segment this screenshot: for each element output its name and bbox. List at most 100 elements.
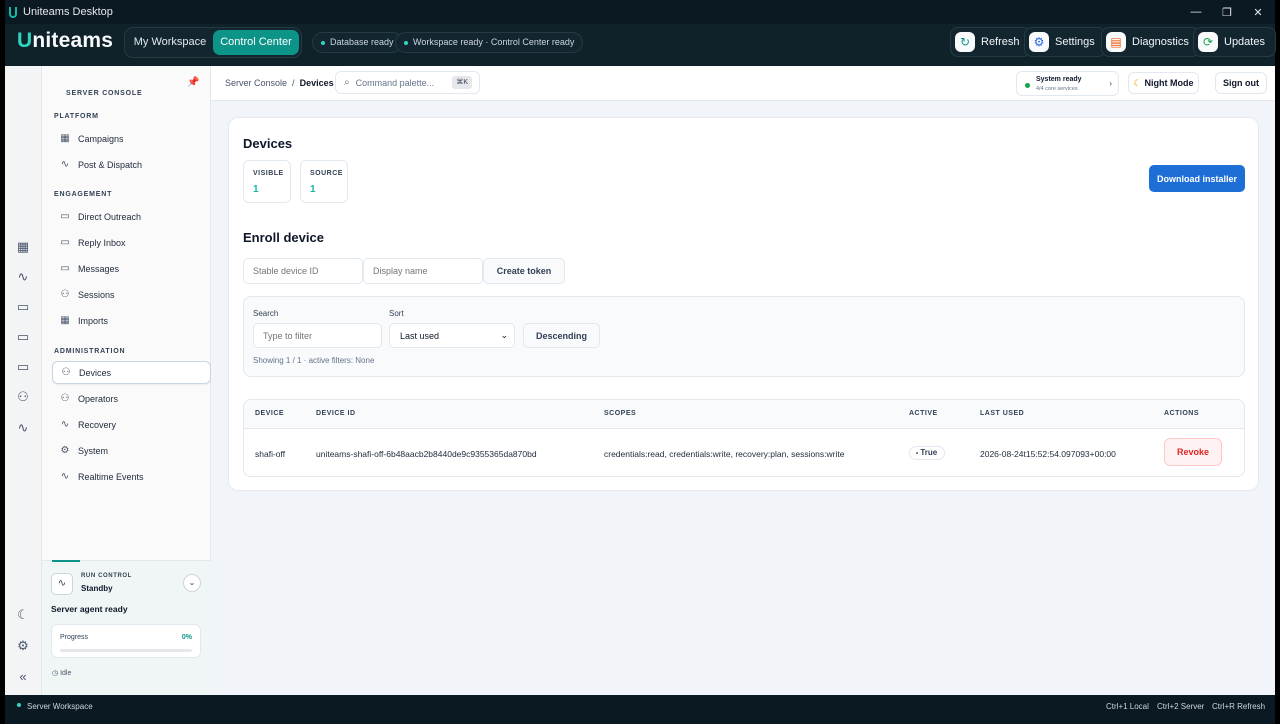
pin-icon[interactable]: 📌 (187, 77, 199, 88)
sidebar: SERVER CONSOLE 📌 PLATFORM ▦ Campaigns ∿ Po… (42, 66, 211, 695)
top-bar: Server Console / Devices ⌕ Command palett… (211, 66, 1275, 101)
sort-label: Sort (389, 309, 404, 318)
sidebar-item-messages[interactable]: ▭ Messages (52, 257, 211, 280)
diagnostics-icon: ▤ (1106, 32, 1126, 52)
sidebar-item-recovery[interactable]: ∿ Recovery (52, 413, 211, 436)
shortcut-badge: ⌘K (452, 76, 472, 89)
chevron-down-icon[interactable]: ⌄ (183, 574, 201, 592)
cell-device-id: uniteams-shafi-off-6b48aacb2b8440de9c935… (316, 449, 537, 459)
updates-button[interactable]: ⟳ Updates (1193, 27, 1276, 57)
run-control-label: RUN CONTROL (81, 573, 132, 579)
filter-search-input[interactable] (253, 323, 382, 348)
app-logo-icon (9, 6, 17, 18)
chat-icon[interactable]: ▭ (15, 299, 31, 315)
sort-select[interactable]: Last used ⌄ (389, 323, 515, 348)
workspace-switcher: My Workspace Control Center (124, 27, 302, 58)
sidebar-item-reply-inbox[interactable]: ▭ Reply Inbox (52, 231, 211, 254)
main-content: Server Console / Devices ⌕ Command palett… (211, 66, 1275, 695)
stat-value: 1 (310, 184, 316, 195)
gear-icon[interactable]: ⚙ (15, 638, 31, 654)
tab-control-center[interactable]: Control Center (213, 30, 299, 55)
display-name-input[interactable] (363, 258, 483, 284)
chat-icon[interactable]: ▭ (15, 359, 31, 375)
sidebar-item-imports[interactable]: ▦ Imports (52, 309, 211, 332)
tab-my-workspace[interactable]: My Workspace (129, 30, 211, 55)
sidebar-item-label: Sessions (78, 289, 115, 300)
search-label: Search (253, 309, 279, 318)
diagnostics-button[interactable]: ▤ Diagnostics (1101, 27, 1200, 57)
sidebar-item-campaigns[interactable]: ▦ Campaigns (52, 127, 211, 150)
sidebar-item-operators[interactable]: ⚇ Operators (52, 387, 211, 410)
enroll-title: Enroll device (243, 230, 324, 245)
sidebar-item-label: Realtime Events (78, 471, 144, 482)
chat-icon: ▭ (60, 211, 70, 222)
sidebar-item-label: Messages (78, 263, 120, 274)
grid-icon[interactable]: ▦ (15, 239, 31, 255)
gear-icon: ⚙ (60, 445, 70, 456)
shortcut-local: Ctrl+1 Local (1106, 702, 1149, 711)
breadcrumb-current: Devices (299, 78, 334, 88)
stat-visible: VISIBLE 1 (243, 160, 291, 203)
gear-icon: ⚙ (1029, 32, 1049, 52)
sidebar-group-label: PLATFORM (54, 113, 99, 120)
sidebar-item-post-dispatch[interactable]: ∿ Post & Dispatch (52, 153, 211, 176)
run-control-panel: ∿ RUN CONTROL Standby ⌄ Server agent rea… (42, 560, 211, 695)
breadcrumb-parent[interactable]: Server Console (225, 78, 287, 88)
active-value: True (920, 448, 938, 457)
progress-label: Progress (60, 634, 89, 641)
sidebar-item-system[interactable]: ⚙ System (52, 439, 211, 462)
chat-icon[interactable]: ▭ (15, 329, 31, 345)
stat-value: 1 (253, 184, 259, 195)
status-dot-icon (404, 41, 408, 45)
clock-icon: ◷ (52, 670, 59, 677)
create-token-button[interactable]: Create token (483, 258, 565, 284)
database-status-pill: Database ready (312, 32, 403, 53)
active-badge: • True (909, 446, 946, 460)
sidebar-item-sessions[interactable]: ⚇ Sessions (52, 283, 211, 306)
revoke-button[interactable]: Revoke (1164, 438, 1222, 466)
settings-button[interactable]: ⚙ Settings (1024, 27, 1106, 57)
activity-icon[interactable]: ∿ (15, 420, 31, 436)
sidebar-item-realtime-events[interactable]: ∿ Realtime Events (52, 465, 211, 488)
breadcrumb-separator: / (292, 78, 295, 88)
close-button[interactable]: ✕ (1243, 0, 1273, 24)
sidebar-item-devices[interactable]: ⚇ Devices (52, 361, 211, 384)
refresh-label: Refresh (981, 36, 1020, 48)
column-header: LAST USED (980, 410, 1025, 417)
activity-icon: ∿ (60, 159, 70, 170)
cell-last-used: 2026-08-24t15:52:54.097093+00:00 (980, 449, 1116, 459)
system-status-button[interactable]: System ready 4/4 core services › (1016, 71, 1119, 96)
workspace-status-pill: Workspace ready · Control Center ready (395, 32, 584, 53)
users-icon[interactable]: ⚇ (15, 389, 31, 405)
maximize-button[interactable]: ❐ (1212, 0, 1242, 24)
run-control-accent (52, 560, 80, 562)
sidebar-item-direct-outreach[interactable]: ▭ Direct Outreach (52, 205, 211, 228)
shortcut-refresh: Ctrl+R Refresh (1212, 702, 1266, 711)
sort-order-button[interactable]: Descending (523, 323, 600, 348)
users-icon: ⚇ (60, 289, 70, 300)
sign-out-button[interactable]: Sign out (1215, 72, 1267, 94)
moon-icon[interactable]: ☾ (15, 607, 31, 623)
stat-source: SOURCE 1 (300, 160, 348, 203)
collapse-icon[interactable]: « (15, 669, 31, 685)
night-mode-button[interactable]: ☾ Night Mode (1128, 72, 1199, 94)
grid-icon: ▦ (60, 133, 70, 144)
refresh-button[interactable]: ↻ Refresh (950, 27, 1031, 57)
users-icon: ⚇ (61, 367, 71, 378)
activity-icon[interactable]: ∿ (15, 269, 31, 285)
status-bar: Server Workspace Ctrl+1 Local Ctrl+2 Ser… (5, 695, 1275, 717)
sidebar-item-label: System (78, 445, 109, 456)
diagnostics-label: Diagnostics (1132, 36, 1189, 48)
activity-icon: ∿ (51, 573, 73, 595)
command-palette-input[interactable]: ⌕ Command palette... ⌘K (335, 71, 480, 94)
status-pill-label: Database ready (330, 37, 394, 47)
minimize-button[interactable]: — (1181, 0, 1211, 24)
search-icon: ⌕ (344, 77, 350, 88)
devices-card: Devices VISIBLE 1 SOURCE 1 Download instal… (228, 117, 1259, 491)
users-icon: ⚇ (60, 393, 70, 404)
title-bar: Uniteams Desktop — ❐ ✕ (5, 0, 1275, 24)
command-placeholder: Command palette... (355, 77, 435, 88)
device-id-input[interactable] (243, 258, 363, 284)
app-header: Uniteams My Workspace Control Center Dat… (5, 24, 1276, 66)
download-installer-button[interactable]: Download installer (1149, 165, 1245, 192)
